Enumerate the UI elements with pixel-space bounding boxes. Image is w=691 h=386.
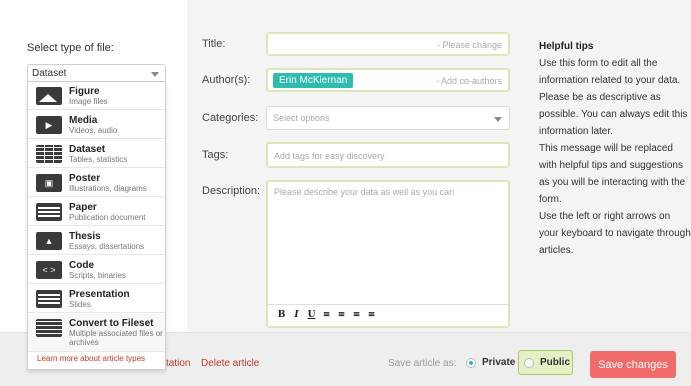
bold-button[interactable]: B [276, 310, 287, 321]
type-option-title: Convert to Fileset [69, 318, 154, 329]
file-type-selected-value: Dataset [32, 68, 67, 79]
save-as-label: Save article as: [388, 358, 457, 369]
code-icon: < > [36, 261, 62, 279]
categories-select[interactable]: Select options [266, 106, 510, 130]
description-placeholder: Please describe your data as well as you… [274, 187, 455, 197]
type-option-thesis[interactable]: ▲ Thesis Essays, dissertations [28, 227, 165, 255]
rich-text-toolbar: B I U ≡ ≡ ≡ ≡ [268, 304, 508, 326]
align-center-icon[interactable]: ≡ [336, 310, 347, 321]
type-option-title: Figure [69, 86, 100, 97]
radio-unselected-icon [524, 358, 534, 368]
type-option-poster[interactable]: ▣ Poster Illustrations, diagrams [28, 169, 165, 197]
type-option-title: Thesis [69, 231, 101, 242]
italic-button[interactable]: I [291, 310, 302, 321]
type-option-title: Presentation [69, 289, 130, 300]
file-type-menu: Figure Image files ▶ Media Videos, audio… [27, 82, 166, 370]
type-option-title: Paper [69, 202, 97, 213]
title-input[interactable]: - Please change [266, 32, 510, 56]
image-icon [36, 87, 62, 105]
presentation-icon [36, 290, 62, 308]
type-option-subtitle: Multiple associated files or archives [69, 329, 163, 347]
delete-article-link[interactable]: Delete article [201, 358, 259, 369]
type-option-subtitle: Publication document [69, 213, 146, 222]
document-icon [36, 203, 62, 221]
type-option-subtitle: Scripts, binaries [69, 271, 126, 280]
helpful-tips: Helpful tips Use this form to edit all t… [539, 38, 691, 259]
categories-label: Categories: [202, 112, 259, 124]
visibility-private-radio[interactable]: Private [463, 352, 517, 374]
save-changes-button[interactable]: Save changes [590, 351, 676, 378]
tips-paragraph-1: Use this form to edit all the informatio… [539, 58, 688, 137]
type-option-title: Code [69, 260, 94, 271]
type-option-subtitle: Illustrations, diagrams [69, 184, 147, 193]
authors-input[interactable]: Erin McKiernan - Add co-authors [266, 68, 510, 92]
tips-paragraph-2: This message will be replaced with helpf… [539, 143, 686, 205]
graduation-cap-icon: ▲ [36, 232, 62, 250]
play-icon: ▶ [36, 116, 62, 134]
title-label: Title: [202, 38, 226, 50]
description-textarea[interactable]: Please describe your data as well as you… [266, 180, 510, 328]
type-option-subtitle: Image files [69, 97, 108, 106]
underline-button[interactable]: U [306, 310, 317, 321]
type-option-figure[interactable]: Figure Image files [28, 82, 165, 110]
learn-more-link[interactable]: Learn more about article types [37, 354, 145, 363]
type-option-subtitle: Essays, dissertations [69, 242, 145, 251]
table-icon [36, 145, 62, 163]
tips-heading: Helpful tips [539, 41, 594, 52]
type-option-title: Poster [69, 173, 101, 184]
align-right-icon[interactable]: ≡ [351, 310, 362, 321]
title-placeholder: - Please change [436, 40, 502, 50]
type-option-dataset[interactable]: Dataset Tables, statistics [28, 140, 165, 168]
type-option-code[interactable]: < > Code Scripts, binaries [28, 256, 165, 284]
fileset-icon [36, 319, 62, 337]
tags-placeholder: Add tags for easy discovery [274, 151, 385, 161]
public-label: Public [540, 357, 571, 368]
type-option-title: Dataset [69, 144, 106, 155]
chevron-down-icon [151, 72, 159, 77]
private-label: Private [482, 357, 516, 368]
visibility-public-radio[interactable]: Public [518, 350, 573, 375]
radio-selected-icon [466, 358, 476, 368]
partial-link[interactable]: tation [166, 358, 190, 369]
categories-placeholder: Select options [273, 113, 330, 123]
type-option-subtitle: Videos, audio [69, 126, 118, 135]
description-label: Description: [202, 185, 261, 197]
tags-label: Tags: [202, 149, 229, 161]
align-left-icon[interactable]: ≡ [321, 310, 332, 321]
poster-icon: ▣ [36, 174, 62, 192]
tags-input[interactable]: Add tags for easy discovery [266, 142, 510, 168]
type-option-media[interactable]: ▶ Media Videos, audio [28, 111, 165, 139]
file-type-dropdown[interactable]: Dataset [27, 64, 166, 82]
chevron-down-icon [494, 117, 502, 122]
type-option-paper[interactable]: Paper Publication document [28, 198, 165, 226]
type-option-subtitle: Tables, statistics [69, 155, 128, 164]
select-type-label: Select type of file: [27, 42, 114, 54]
type-option-subtitle: Slides [69, 300, 91, 309]
align-justify-icon[interactable]: ≡ [366, 310, 377, 321]
tips-paragraph-3: Use the left or right arrows on your key… [539, 211, 691, 256]
type-option-presentation[interactable]: Presentation Slides [28, 285, 165, 313]
author-chip[interactable]: Erin McKiernan [273, 73, 354, 88]
type-option-title: Media [69, 115, 98, 126]
authors-label: Author(s): [202, 74, 251, 86]
type-option-convert-fileset[interactable]: Convert to Fileset Multiple associated f… [28, 314, 165, 352]
authors-placeholder: - Add co-authors [435, 76, 502, 86]
